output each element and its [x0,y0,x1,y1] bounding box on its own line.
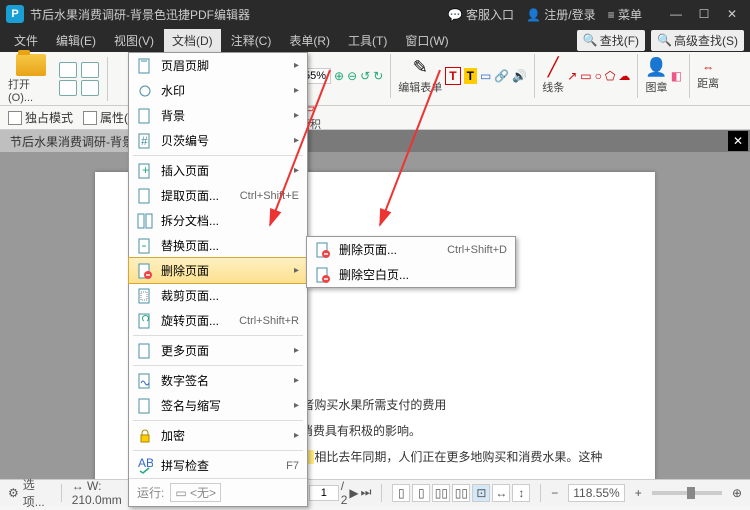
menu-more-pages[interactable]: 更多页面▸ [129,338,307,363]
customer-service-link[interactable]: 💬 客服入口 [448,6,514,23]
stamp-button[interactable]: 👤 图章 [645,57,667,95]
menu-digital-sign[interactable]: 数字签名▸ [129,368,307,393]
menu-watermark[interactable]: 水印▸ [129,78,307,103]
menu-encrypt[interactable]: 加密▸ [129,423,307,448]
lines-button[interactable]: ╱ 线条 [542,57,564,95]
link-icon[interactable]: 🔗 [494,69,509,83]
print-icon[interactable] [81,62,99,78]
main-menu-button[interactable]: ≡ 菜单 [608,6,642,23]
nav-next-icon[interactable]: ▶ [349,486,358,500]
menu-view[interactable]: 视图(V) [106,29,162,52]
menu-file[interactable]: 文件 [6,29,46,52]
window-title: 节后水果消费调研-背景色迅捷PDF编辑器 [30,6,448,23]
text-box-icon[interactable]: T [445,67,460,85]
svg-text:ABC: ABC [138,458,153,470]
delete-page-submenu: 删除页面...Ctrl+Shift+D 删除空白页... [306,236,516,288]
open-button[interactable]: 打开(O)... [8,54,55,104]
menu-spell-check[interactable]: ABC拼写检查F7 [129,453,307,478]
view-fit-icon[interactable]: ⊡ [472,484,490,502]
advanced-find-button[interactable]: 🔍高级查找(S) [651,30,744,51]
submenu-delete-blank[interactable]: 删除空白页... [307,262,515,287]
properties-icon [83,111,97,125]
menubar: 文件 编辑(E) 视图(V) 文档(D) 注释(C) 表单(R) 工具(T) 窗… [0,28,750,52]
menu-replace-page[interactable]: 替换页面... [129,233,307,258]
menu-crop-page[interactable]: 裁剪页面... [129,283,307,308]
menu-bates[interactable]: #贝茨编号▸ [129,128,307,153]
toolbar: 打开(O)... 55% ⊕ ⊖ ↺ ↻ ✎ 编辑表单 T T ▭ 🔗 🔊 ╱ … [0,52,750,106]
menu-background[interactable]: 背景▸ [129,103,307,128]
menu-rotate-page[interactable]: 旋转页面...Ctrl+Shift+R [129,308,307,333]
zoom-reset-icon[interactable]: ⊕ [732,486,742,500]
menu-split-doc[interactable]: 拆分文档... [129,208,307,233]
tab-strip: 节后水果消费调研-背景色 × ✕ [0,130,750,152]
svg-text:+: + [142,163,149,177]
view-single-icon[interactable]: ▯ [392,484,410,502]
new-doc-icon[interactable] [59,62,77,78]
rotate-left-icon[interactable]: ↺ [360,69,370,83]
view-width-icon[interactable]: ↔ [492,484,510,502]
rect-icon[interactable]: ▭ [580,69,591,83]
find-button[interactable]: 🔍查找(F) [577,30,645,51]
nav-last-icon[interactable]: ⏭ [361,485,372,500]
view-book-icon[interactable]: ▯▯ [452,484,470,502]
menu-header-footer[interactable]: 页眉页脚▸ [129,53,307,78]
polygon-icon[interactable]: ⬠ [605,69,615,83]
page-number-input[interactable] [309,485,339,501]
menu-sign-abbrev[interactable]: 签名与缩写▸ [129,393,307,418]
view-facing-icon[interactable]: ▯▯ [432,484,450,502]
submenu-delete-pages[interactable]: 删除页面...Ctrl+Shift+D [307,237,515,262]
circle-icon[interactable]: ○ [595,69,602,83]
menu-tools[interactable]: 工具(T) [340,29,395,52]
menu-annotate[interactable]: 注释(C) [223,29,280,52]
options-button[interactable]: ⚙ 选项... [8,476,51,510]
app-icon: P [6,5,24,23]
rotate-right-icon[interactable]: ↻ [373,69,383,83]
workspace: 回落了 48.9%，这意味着消费者购买水果所需支付的费用 鼓励消费者增加水果的购… [0,152,750,502]
email-icon[interactable] [81,80,99,96]
titlebar: P 节后水果消费调研-背景色迅捷PDF编辑器 💬 客服入口 👤 注册/登录 ≡ … [0,0,750,28]
menu-extract-page[interactable]: 提取页面...Ctrl+Shift+E [129,183,307,208]
arrow-icon[interactable]: ↗ [567,69,577,83]
exclusive-mode-button[interactable]: 独占模式 [8,109,73,126]
close-all-tabs-button[interactable]: ✕ [728,131,748,151]
subtoolbar: 独占模式 属性(P)... [0,106,750,130]
menu-document[interactable]: 文档(D) [164,29,221,52]
maximize-button[interactable]: ☐ [692,4,716,24]
select-icon[interactable]: ▭ [480,69,491,83]
minimize-button[interactable]: — [664,4,688,24]
zoom-slider[interactable] [652,491,722,495]
view-height-icon[interactable]: ↕ [512,484,530,502]
view-continuous-icon[interactable]: ▯ [412,484,430,502]
zoom-out-icon[interactable]: ⊖ [347,69,357,83]
cloud-icon[interactable]: ☁ [618,69,630,83]
menu-window[interactable]: 窗口(W) [397,29,456,52]
close-button[interactable]: ✕ [720,4,744,24]
menu-forms[interactable]: 表单(R) [281,29,338,52]
menu-run-footer: 运行: ▭ <无> [129,478,307,506]
svg-text:#: # [141,134,148,148]
save-icon[interactable] [59,80,77,96]
document-menu-dropdown: 页眉页脚▸ 水印▸ 背景▸ #贝茨编号▸ +插入页面▸ 提取页面...Ctrl+… [128,52,308,507]
zoom-level[interactable]: 118.55% [568,484,624,502]
view-mode-icons: ▯ ▯ ▯▯ ▯▯ ⊡ ↔ ↕ [392,484,530,502]
exclusive-icon [8,111,22,125]
login-link[interactable]: 👤 注册/登录 [526,6,596,23]
distance-icon[interactable]: ⇔ [702,60,714,74]
menu-insert-page[interactable]: +插入页面▸ [129,158,307,183]
zoom-out-button[interactable]: − [551,486,558,500]
zoom-in-icon[interactable]: ⊕ [334,69,344,83]
sound-icon[interactable]: 🔊 [512,69,527,83]
menu-edit[interactable]: 编辑(E) [48,29,104,52]
zoom-in-button[interactable]: + [635,486,642,500]
eraser-icon[interactable]: ◧ [671,69,682,83]
folder-icon [16,54,46,76]
statusbar: ⚙ 选项... ↔ W: 210.0mm ↕ H: 297.0mm ✛X:Y: … [0,479,750,505]
highlight-icon[interactable]: T [464,68,477,84]
menu-delete-page[interactable]: 删除页面▸ [128,257,308,284]
edit-form-button[interactable]: ✎ 编辑表单 [398,57,442,95]
